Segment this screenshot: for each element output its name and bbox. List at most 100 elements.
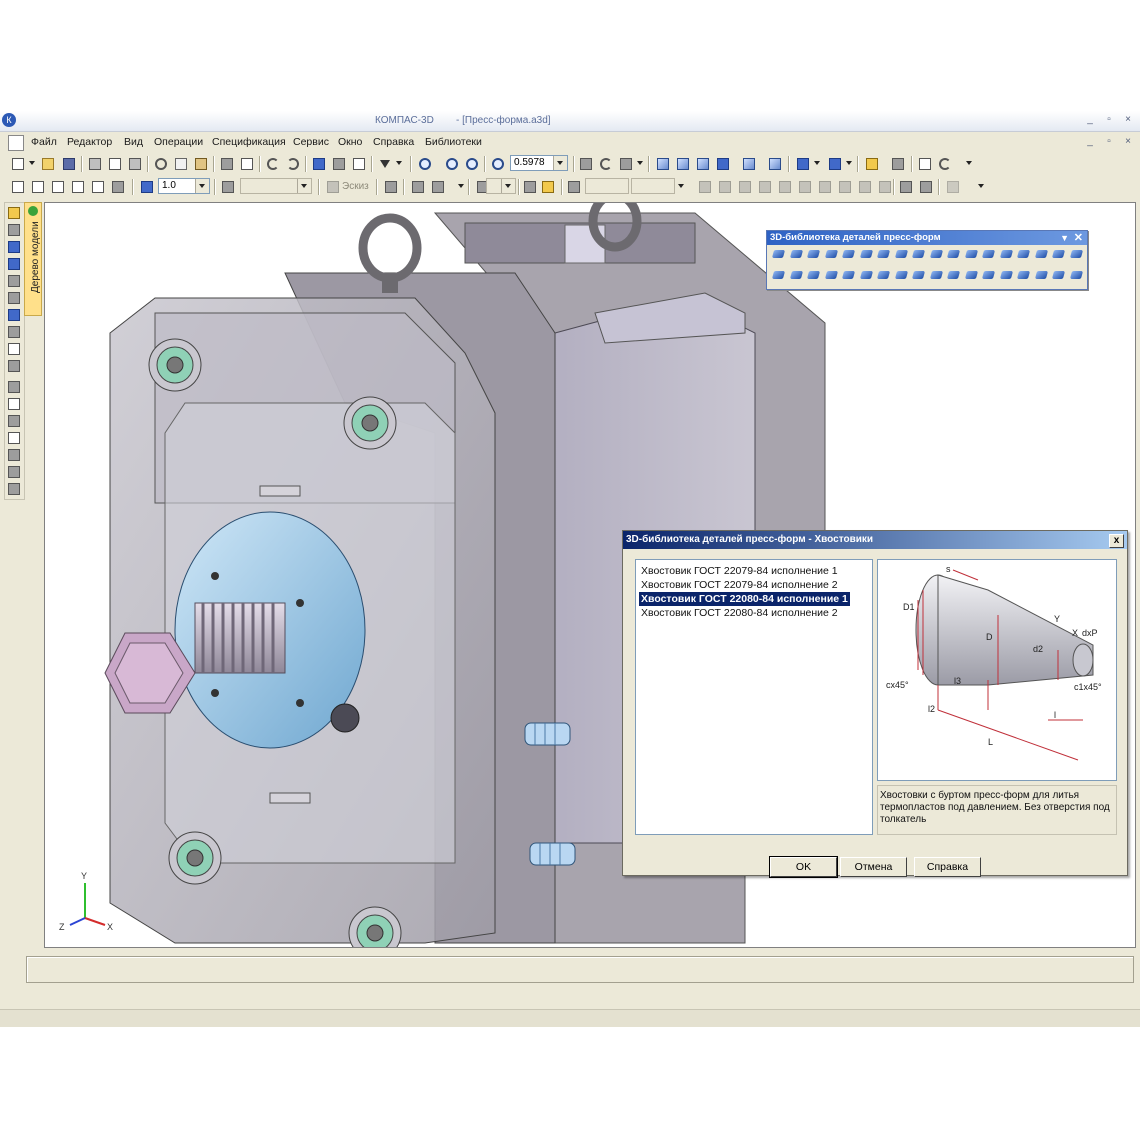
point-button[interactable] [697,179,713,195]
chevron-down-icon[interactable]: ▼ [1060,231,1069,245]
mold-part-tool-button[interactable] [1069,268,1084,283]
chevron-down-icon[interactable] [814,161,820,165]
sheet-7-button[interactable] [7,482,21,496]
redo-button[interactable] [285,156,301,172]
plus-button[interactable] [945,179,961,195]
line-button[interactable] [717,179,733,195]
doc-6-button[interactable] [110,179,126,195]
chevron-down-icon[interactable] [966,161,972,165]
mold-part-tool-button[interactable] [946,268,961,283]
mold-part-tool-button[interactable] [771,247,786,262]
doc-5-button[interactable] [90,179,106,195]
ok-button[interactable]: OK [769,856,838,878]
measure-button[interactable] [917,156,933,172]
coord-y-field[interactable] [631,178,675,194]
menu-window[interactable]: Окно [338,136,362,148]
mold-part-tool-button[interactable] [1069,247,1084,262]
link-button[interactable] [898,179,914,195]
orient-combo[interactable] [486,178,516,194]
menu-service[interactable]: Сервис [293,136,329,148]
coord-x-field[interactable] [585,178,629,194]
intersect-button[interactable] [757,179,773,195]
sheet-4-button[interactable] [7,431,21,445]
mold-library-toolbar-title[interactable]: 3D-библиотека деталей пресс-форм [767,231,1087,245]
chevron-down-icon[interactable] [501,179,515,193]
minimize-button[interactable]: _ [1083,114,1097,126]
param-button[interactable] [410,179,426,195]
doc-close-button[interactable]: × [1121,136,1135,148]
perspective-button[interactable] [767,156,783,172]
zoom-out-button[interactable] [464,156,480,172]
mold-part-tool-button[interactable] [1051,268,1066,283]
orientation-button[interactable] [618,156,634,172]
new-document-button[interactable] [10,156,26,172]
doc-restore-button[interactable]: ▫ [1102,136,1116,148]
rotate-button[interactable] [598,156,614,172]
save-button[interactable] [61,156,77,172]
zoom-scale-button[interactable] [490,156,506,172]
menu-specification[interactable]: Спецификация [212,136,286,148]
close-button[interactable]: × [1121,114,1135,126]
cancel-button[interactable]: Отмена [840,857,907,877]
mold-part-tool-button[interactable] [824,247,839,262]
mold-part-tool-button[interactable] [929,268,944,283]
chevron-down-icon[interactable] [458,184,464,188]
mold-part-tool-button[interactable] [1034,247,1049,262]
unlink-button[interactable] [918,179,934,195]
chevron-down-icon[interactable] [396,161,402,165]
sheet-6-button[interactable] [7,465,21,479]
angle-button[interactable] [877,179,893,195]
mold-part-tool-button[interactable] [789,268,804,283]
variables-button[interactable] [331,156,347,172]
snap-active-button[interactable] [540,179,556,195]
pan-button[interactable] [578,156,594,172]
undo-button[interactable] [265,156,281,172]
chevron-down-icon[interactable] [846,161,852,165]
context-help-button[interactable] [377,156,393,172]
edit-details-button[interactable] [7,206,21,220]
chevron-down-icon[interactable] [195,179,209,193]
spec-button[interactable] [239,156,255,172]
mold-part-tool-button[interactable] [806,268,821,283]
step-combo[interactable]: 1.0 [158,178,210,194]
menu-operations[interactable]: Операции [154,136,203,148]
paste-button[interactable] [193,156,209,172]
shaded-edges-button[interactable] [741,156,757,172]
mold-part-tool-button[interactable] [999,268,1014,283]
menu-editor[interactable]: Редактор [67,136,112,148]
list-item[interactable]: Хвостовик ГОСТ 22079-84 исполнение 2 [639,578,840,592]
model-tree-tab[interactable]: Дерево модели [24,202,42,316]
sheet-5-button[interactable] [7,448,21,462]
mold-part-tool-button[interactable] [789,247,804,262]
aux-geometry-button[interactable] [7,274,21,288]
dimensions-button[interactable] [7,291,21,305]
document-icon[interactable] [8,135,24,151]
doc-4-button[interactable] [70,179,86,195]
mold-part-tool-button[interactable] [771,268,786,283]
shaded-button[interactable] [715,156,731,172]
snap-button[interactable] [522,179,538,195]
zoom-window-button[interactable] [417,156,433,172]
mold-part-tool-button[interactable] [911,268,926,283]
chevron-down-icon[interactable] [297,179,311,193]
measure-side-button[interactable] [7,325,21,339]
edit-button[interactable] [383,179,399,195]
open-button[interactable] [40,156,56,172]
sheet-button[interactable] [7,380,21,394]
mold-part-tool-button[interactable] [824,268,839,283]
curves-button[interactable] [7,223,21,237]
mold-part-tool-button[interactable] [841,268,856,283]
dialog-title-bar[interactable]: 3D-библиотека деталей пресс-форм - Хвост… [623,531,1127,549]
nearest-button[interactable] [777,179,793,195]
copy-button[interactable] [173,156,189,172]
cut-button[interactable] [153,156,169,172]
dialog-close-button[interactable]: x [1109,534,1124,548]
mold-part-tool-button[interactable] [1016,247,1031,262]
tangent-button[interactable] [817,179,833,195]
menu-help[interactable]: Справка [373,136,414,148]
sketch-button[interactable]: Эскиз [325,179,371,195]
select-filter-button[interactable] [827,156,843,172]
param-2-button[interactable] [430,179,446,195]
mold-part-tool-button[interactable] [964,268,979,283]
normal-button[interactable] [857,179,873,195]
